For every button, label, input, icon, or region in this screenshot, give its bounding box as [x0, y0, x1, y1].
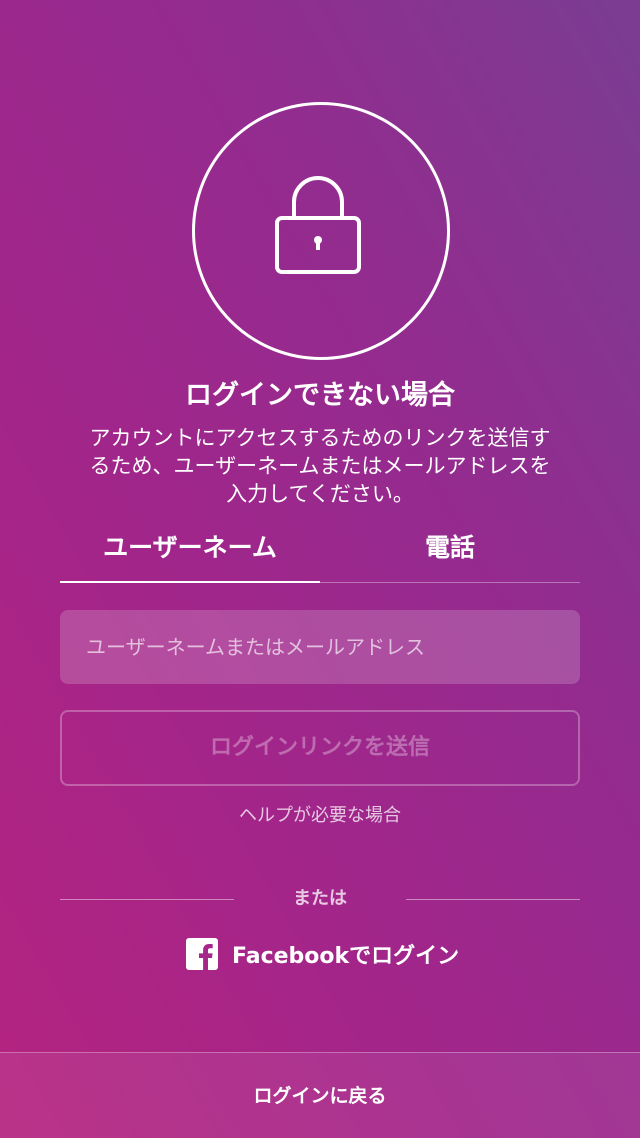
lock-icon	[275, 176, 361, 274]
or-separator-text: または	[293, 888, 347, 909]
send-login-link-button[interactable]: ログインリンクを送信	[60, 710, 580, 786]
back-to-login-link[interactable]: ログインに戻る	[0, 1081, 640, 1111]
page-title: ログインできない場合	[185, 380, 455, 411]
footer-bar: ログインに戻る	[0, 1052, 640, 1138]
tab-inactive-divider	[320, 582, 580, 583]
username-email-input[interactable]	[60, 610, 580, 684]
divider-left	[60, 899, 234, 900]
facebook-login-label: Facebookでログイン	[232, 944, 460, 969]
tab-active-indicator	[60, 581, 320, 583]
page-description: アカウントにアクセスするためのリンクを送信するため、ユーザーネームまたはメールア…	[89, 426, 551, 506]
help-link[interactable]: ヘルプが必要な場合	[0, 802, 640, 830]
facebook-login-button[interactable]: Facebookでログイン	[186, 936, 459, 972]
divider-right	[406, 899, 580, 900]
tab-username[interactable]: ユーザーネーム	[60, 528, 320, 584]
tab-phone[interactable]: 電話	[320, 528, 580, 584]
facebook-icon	[186, 938, 218, 970]
